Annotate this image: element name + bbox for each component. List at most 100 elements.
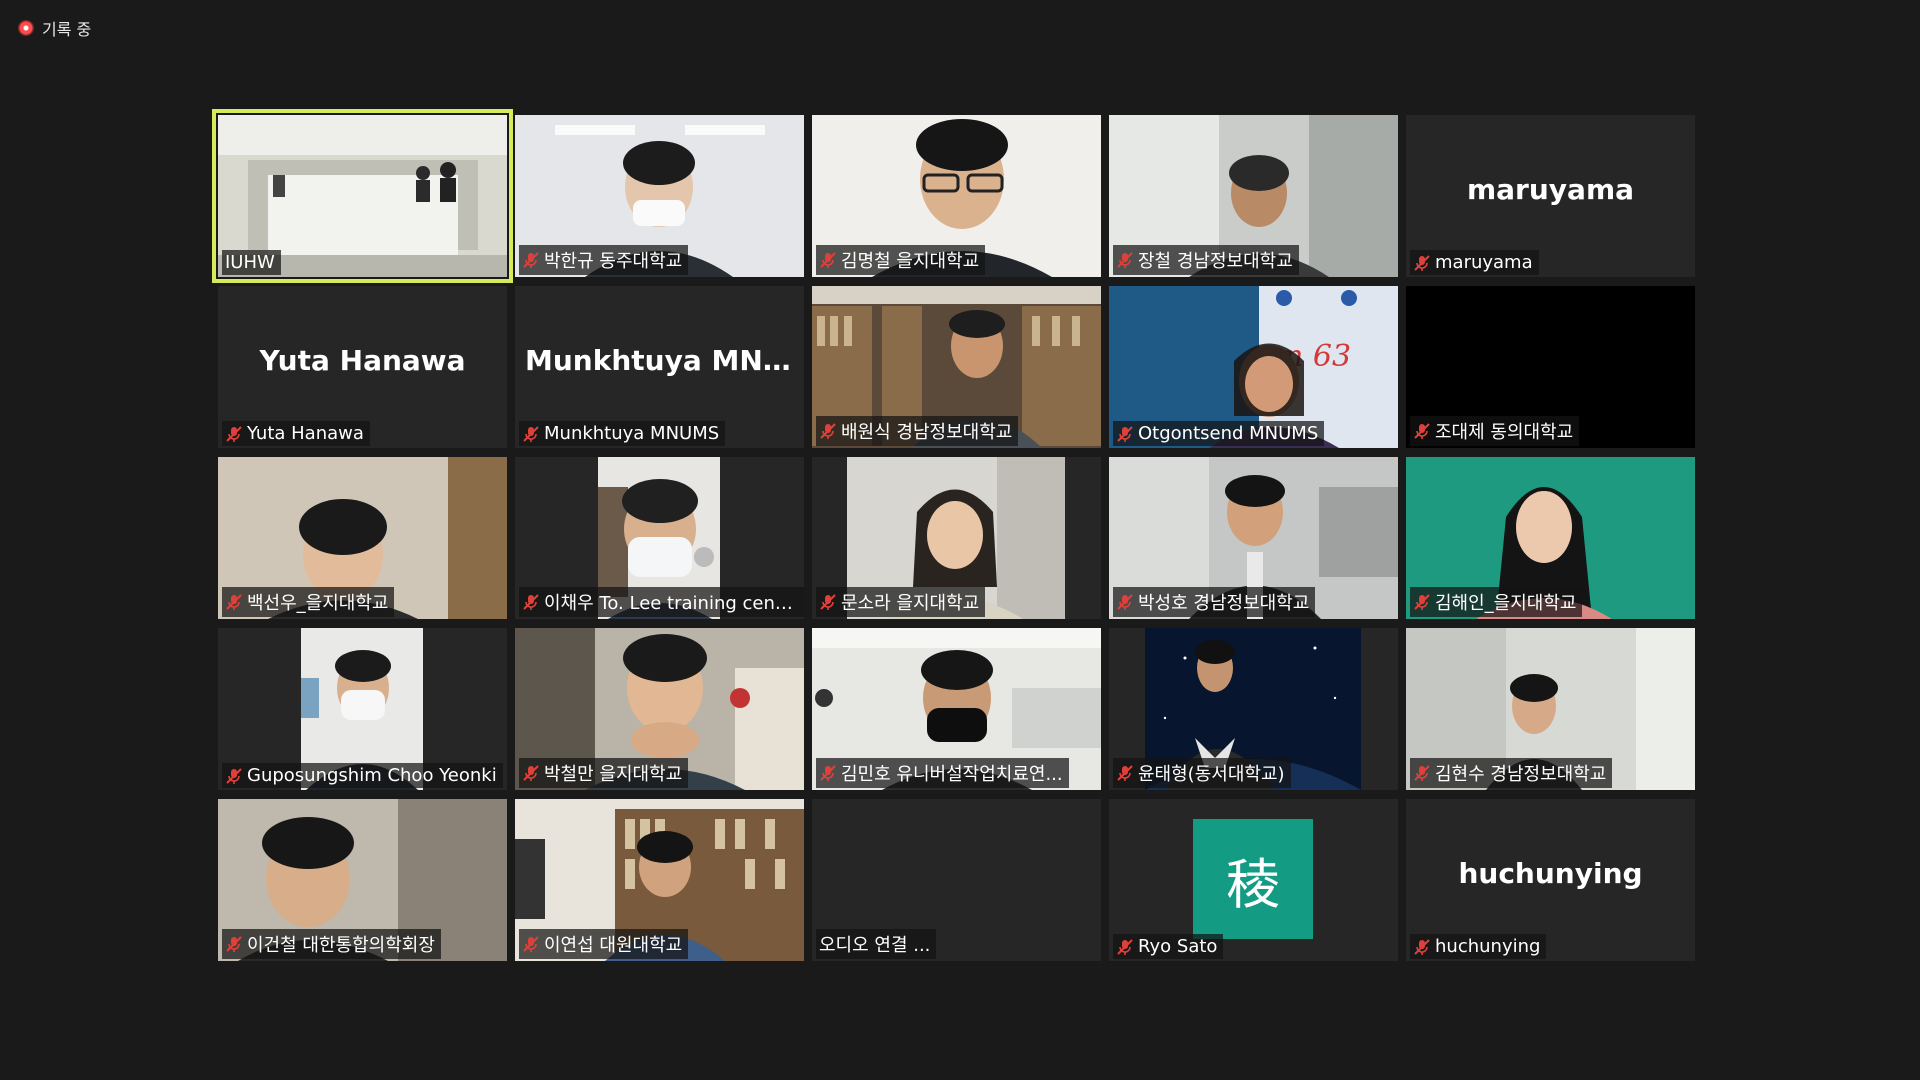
participant-nameplate: 박철만 을지대학교 (519, 758, 689, 788)
participant-nameplate: 오디오 연결 ... (816, 929, 937, 959)
participant-tile[interactable]: 김명철 을지대학교 (812, 115, 1101, 277)
participant-name: 배원식 경남정보대학교 (841, 422, 1013, 443)
participant-name: 김해인_을지대학교 (1435, 593, 1577, 614)
participant-name: Ryo Sato (1138, 936, 1218, 957)
participant-tile[interactable]: Munkhtuya MN... Munkhtuya MNUMS (515, 286, 804, 448)
participant-name: 조대제 동의대학교 (1435, 422, 1574, 443)
muted-microphone-icon (1414, 423, 1430, 439)
participant-tile[interactable]: 박철만 을지대학교 (515, 628, 804, 790)
participant-tile[interactable]: maruyama maruyama (1406, 115, 1695, 277)
muted-microphone-icon (1414, 938, 1430, 955)
participant-nameplate: 장철 경남정보대학교 (1113, 245, 1299, 275)
participant-nameplate: 김민호 유니버설작업치료연... (816, 758, 1069, 788)
muted-microphone-icon (820, 594, 836, 610)
participant-name: 이건철 대한통합의학회장 (247, 935, 435, 956)
participant-nameplate: 박성호 경남정보대학교 (1113, 587, 1316, 617)
participant-tile[interactable]: 이건철 대한통합의학회장 (218, 799, 507, 961)
participant-display-name: Munkhtuya MN... (525, 344, 795, 377)
recording-dot-icon (18, 20, 34, 36)
participant-nameplate: 박한규 동주대학교 (519, 245, 689, 275)
participant-nameplate: 윤태형(동서대학교) (1113, 758, 1291, 788)
muted-microphone-icon (1117, 938, 1133, 955)
muted-microphone-icon (523, 765, 539, 781)
participant-name: 박한규 동주대학교 (544, 251, 683, 272)
participant-name: 김명철 을지대학교 (841, 251, 980, 272)
participant-display-name: Yuta Hanawa (259, 344, 466, 377)
muted-microphone-icon (226, 767, 242, 784)
participant-tile[interactable]: 조대제 동의대학교 (1406, 286, 1695, 448)
muted-microphone-icon (226, 936, 242, 952)
participant-tile-iuhw[interactable]: IUHW (212, 109, 513, 283)
participant-name: 김민호 유니버설작업치료연... (841, 764, 1063, 785)
muted-microphone-icon (226, 594, 242, 610)
participant-tile[interactable]: 박한규 동주대학교 (515, 115, 804, 277)
muted-microphone-icon (1117, 252, 1133, 268)
muted-microphone-icon (820, 765, 836, 781)
participant-name: 윤태형(동서대학교) (1138, 764, 1285, 785)
participant-grid: IUHW 박한규 동주대학교 김명철 을지대학교 장철 경남정보대학교 maru… (212, 109, 1695, 961)
participant-tile[interactable]: Yuta Hanawa Yuta Hanawa (218, 286, 507, 448)
participant-tile[interactable]: 백선우_을지대학교 (218, 457, 507, 619)
participant-name: Munkhtuya MNUMS (544, 423, 720, 444)
participant-tile[interactable]: 이연섭 대원대학교 (515, 799, 804, 961)
participant-name: Otgontsend MNUMS (1138, 423, 1319, 444)
participant-tile[interactable]: 장철 경남정보대학교 (1109, 115, 1398, 277)
muted-microphone-icon (1414, 254, 1430, 271)
participant-nameplate: IUHW (222, 250, 281, 275)
participant-nameplate: 이건철 대한통합의학회장 (222, 929, 441, 959)
participant-tile[interactable]: 배원식 경남정보대학교 (812, 286, 1101, 448)
participant-nameplate: 문소라 을지대학교 (816, 587, 986, 617)
participant-name: 장철 경남정보대학교 (1138, 251, 1293, 272)
muted-microphone-icon (523, 936, 539, 952)
participant-nameplate: huchunying (1410, 934, 1547, 959)
participant-name: 이채우 To. Lee training center (544, 593, 798, 614)
participant-tile-audio-connecting[interactable]: 오디오 연결 ... (812, 799, 1101, 961)
participant-nameplate: Ryo Sato (1113, 934, 1224, 959)
participant-tile[interactable]: n 63 Otgontsend MNUMS (1109, 286, 1398, 448)
recording-label: 기록 중 (42, 20, 92, 39)
participant-tile[interactable]: 문소라 을지대학교 (812, 457, 1101, 619)
muted-microphone-icon (820, 423, 836, 439)
participant-tile[interactable]: 김현수 경남정보대학교 (1406, 628, 1695, 790)
participant-tile[interactable]: 김민호 유니버설작업치료연... (812, 628, 1101, 790)
participant-tile[interactable]: 윤태형(동서대학교) (1109, 628, 1398, 790)
participant-tile[interactable]: 이채우 To. Lee training center (515, 457, 804, 619)
participant-nameplate: 이연섭 대원대학교 (519, 929, 689, 959)
participant-name: 박철만 을지대학교 (544, 764, 683, 785)
muted-microphone-icon (1414, 594, 1430, 610)
muted-microphone-icon (523, 594, 539, 610)
muted-microphone-icon (1117, 765, 1133, 781)
muted-microphone-icon (226, 425, 242, 442)
participant-nameplate: 김해인_을지대학교 (1410, 587, 1583, 617)
participant-nameplate: Munkhtuya MNUMS (519, 421, 726, 446)
participant-name: 백선우_을지대학교 (247, 593, 389, 614)
participant-tile[interactable]: 박성호 경남정보대학교 (1109, 457, 1398, 619)
participant-nameplate: 조대제 동의대학교 (1410, 416, 1580, 446)
participant-nameplate: 김현수 경남정보대학교 (1410, 758, 1613, 788)
participant-nameplate: 이채우 To. Lee training center (519, 587, 804, 617)
participant-name: 박성호 경남정보대학교 (1138, 593, 1310, 614)
muted-microphone-icon (523, 252, 539, 268)
participant-tile[interactable]: 김해인_을지대학교 (1406, 457, 1695, 619)
participant-tile[interactable]: Guposungshim Choo Yeonki (218, 628, 507, 790)
participant-name: 김현수 경남정보대학교 (1435, 764, 1607, 785)
participant-nameplate: maruyama (1410, 250, 1539, 275)
muted-microphone-icon (523, 425, 539, 442)
participant-name: 문소라 을지대학교 (841, 593, 980, 614)
participant-name: Guposungshim Choo Yeonki (247, 765, 497, 786)
participant-name: Yuta Hanawa (247, 423, 364, 444)
participant-name: maruyama (1435, 252, 1533, 273)
muted-microphone-icon (1117, 425, 1133, 442)
muted-microphone-icon (820, 252, 836, 268)
participant-name: IUHW (225, 252, 275, 273)
participant-nameplate: Yuta Hanawa (222, 421, 370, 446)
participant-tile[interactable]: huchunying huchunying (1406, 799, 1695, 961)
participant-tile[interactable]: 稜 Ryo Sato (1109, 799, 1398, 961)
participant-nameplate: 백선우_을지대학교 (222, 587, 395, 617)
participant-name: 오디오 연결 ... (819, 935, 931, 956)
participant-display-name: maruyama (1466, 173, 1635, 206)
participant-avatar: 稜 (1193, 819, 1313, 939)
participant-name: 이연섭 대원대학교 (544, 935, 683, 956)
muted-microphone-icon (1414, 765, 1430, 781)
participant-nameplate: Guposungshim Choo Yeonki (222, 763, 503, 788)
